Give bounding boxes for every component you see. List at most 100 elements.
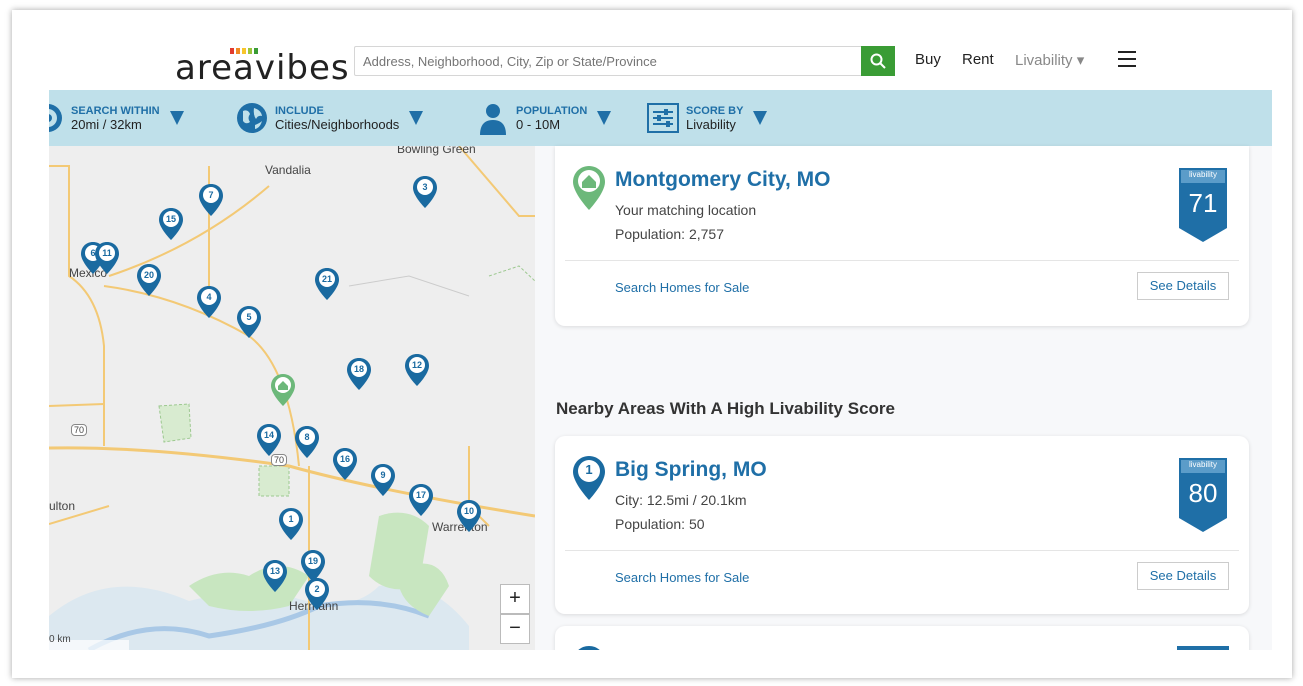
rank-pin: 1: [573, 456, 605, 500]
filter-population[interactable]: POPULATION 0 - 10M: [476, 98, 612, 138]
map-pin[interactable]: 18: [347, 358, 371, 390]
chevron-down-icon: [753, 111, 768, 125]
pin-number: 10: [461, 503, 477, 519]
search-button[interactable]: [861, 46, 895, 76]
location-subtitle: Your matching location: [615, 202, 757, 218]
filter-value: Cities/Neighborhoods: [275, 117, 400, 132]
logo-accent-dots: [230, 48, 264, 54]
badge-label: livability: [1188, 460, 1217, 469]
zoom-in-button[interactable]: +: [500, 584, 530, 614]
screenshot-frame: areavibes Buy Rent Livability ▾ SEARCH W…: [12, 10, 1292, 678]
filter-title: SEARCH WITHIN: [71, 105, 160, 117]
map-pin[interactable]: 12: [405, 354, 429, 386]
map-pin[interactable]: 19: [301, 550, 325, 582]
see-details-button[interactable]: See Details: [1137, 272, 1229, 300]
filter-value: 20mi / 32km: [71, 117, 142, 132]
section-title: Nearby Areas With A High Livability Scor…: [556, 399, 895, 418]
location-distance: City: 12.5mi / 20.1km: [615, 492, 747, 508]
menu-icon[interactable]: [1118, 51, 1136, 67]
search-input[interactable]: [354, 46, 864, 76]
rank-number: 1: [585, 462, 593, 477]
livability-score-badge: livability 80: [1177, 456, 1229, 534]
map-pin[interactable]: 13: [263, 560, 287, 592]
filter-bar: SEARCH WITHIN 20mi / 32km INCLUDE Cities/N…: [49, 90, 1272, 146]
map-pin[interactable]: 10: [457, 500, 481, 532]
filter-include[interactable]: INCLUDE Cities/Neighborhoods: [235, 98, 424, 138]
pin-number: 2: [309, 581, 325, 597]
map-pin[interactable]: 16: [333, 448, 357, 480]
pin-number: 13: [267, 563, 283, 579]
map-pin[interactable]: 4: [197, 286, 221, 318]
map-label: ulton: [49, 499, 76, 513]
badge-label: livability: [1188, 170, 1217, 179]
map-pin-icon: [578, 646, 600, 650]
map-pin[interactable]: 7: [199, 184, 223, 216]
location-population: Population: 2,757: [615, 226, 724, 242]
nav-rent[interactable]: Rent: [962, 51, 994, 68]
map-pin[interactable]: 2: [305, 578, 329, 610]
home-pin-icon: [573, 166, 605, 210]
pin-number: 17: [413, 487, 429, 503]
location-population: Population: 50: [615, 516, 705, 532]
pin-number: 16: [337, 451, 353, 467]
site-logo[interactable]: areavibes: [175, 48, 350, 88]
chevron-down-icon: [597, 111, 612, 125]
nav-buy[interactable]: Buy: [915, 51, 941, 68]
pin-number: 5: [241, 309, 257, 325]
map-pin[interactable]: 20: [137, 264, 161, 296]
nav-livability-dropdown[interactable]: Livability ▾: [1015, 51, 1084, 69]
filter-search-within[interactable]: SEARCH WITHIN 20mi / 32km: [49, 98, 184, 138]
location-title[interactable]: Big Spring, MO: [615, 458, 767, 482]
map-pin[interactable]: 8: [295, 426, 319, 458]
search-icon: [870, 53, 886, 69]
highway-shield: 70: [71, 424, 88, 436]
home-pin-icon: [271, 374, 295, 406]
pin-number: 3: [417, 179, 433, 195]
results-map[interactable]: Vandalia Bowling Green Mexico ulton Warr…: [49, 146, 535, 650]
pin-number: 14: [261, 427, 277, 443]
filter-title: POPULATION: [516, 105, 588, 117]
search-homes-link[interactable]: Search Homes for Sale: [615, 280, 749, 295]
map-pin[interactable]: 17: [409, 484, 433, 516]
map-scale: 0 km: [49, 634, 71, 645]
globe-icon: [237, 103, 267, 133]
pin-number: 4: [201, 289, 217, 305]
nearby-area-card: 1 Big Spring, MO City: 12.5mi / 20.1km P…: [555, 436, 1249, 614]
livability-score: 71: [1188, 188, 1218, 218]
home-location-pin[interactable]: [271, 374, 295, 406]
map-pin[interactable]: 11: [95, 242, 119, 274]
pin-number: 7: [203, 187, 219, 203]
livability-score-badge: livability 71: [1177, 166, 1229, 244]
chevron-down-icon: [169, 111, 184, 125]
map-pin[interactable]: 3: [413, 176, 437, 208]
sliders-icon: [647, 103, 679, 133]
pin-number: 1: [283, 511, 299, 527]
search-homes-link[interactable]: Search Homes for Sale: [615, 570, 749, 585]
filter-title: INCLUDE: [275, 105, 324, 117]
target-icon: [49, 104, 62, 132]
pin-number: 18: [351, 361, 367, 377]
location-title[interactable]: Montgomery City, MO: [615, 168, 830, 192]
map-label: Vandalia: [265, 163, 311, 177]
map-pin[interactable]: 1: [279, 508, 303, 540]
matching-location-card: Montgomery City, MO Your matching locati…: [555, 146, 1249, 326]
filter-score-by[interactable]: SCORE BY Livability: [646, 98, 768, 138]
map-pin[interactable]: 14: [257, 424, 281, 456]
map-pin[interactable]: 9: [371, 464, 395, 496]
pin-number: 20: [141, 267, 157, 283]
map-pin[interactable]: 21: [315, 268, 339, 300]
pin-number: 8: [299, 429, 315, 445]
livability-score-badge: [1177, 646, 1229, 650]
pin-number: 15: [163, 211, 179, 227]
map-label: Bowling Green: [397, 146, 476, 156]
pin-number: 21: [319, 271, 335, 287]
zoom-out-button[interactable]: −: [500, 614, 530, 644]
filter-value: 0 - 10M: [516, 117, 561, 132]
livability-score: 80: [1188, 478, 1218, 508]
map-pin[interactable]: 15: [159, 208, 183, 240]
map-pin[interactable]: 5: [237, 306, 261, 338]
see-details-button[interactable]: See Details: [1137, 562, 1229, 590]
nearby-area-card: [555, 626, 1249, 650]
top-header: areavibes Buy Rent Livability ▾: [49, 10, 1272, 90]
person-icon: [480, 104, 506, 135]
